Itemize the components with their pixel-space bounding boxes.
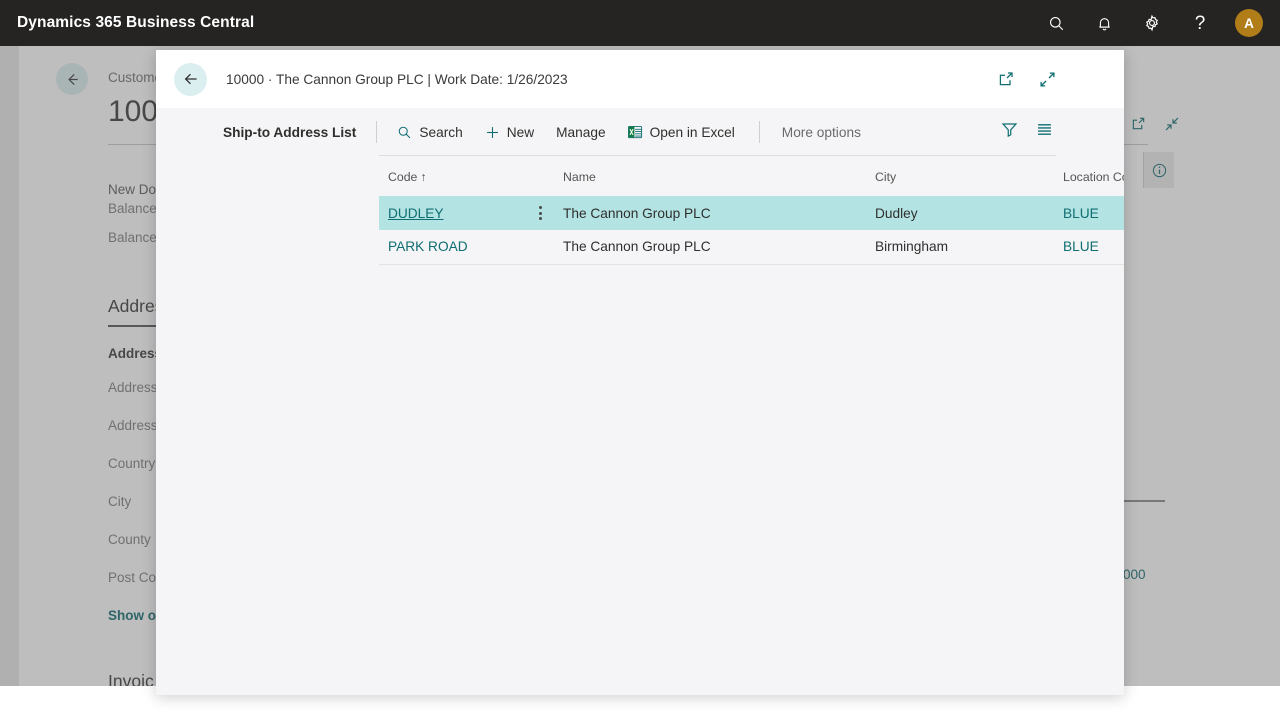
- column-header-name[interactable]: Name: [554, 170, 866, 196]
- cell-location-code[interactable]: BLUE: [1054, 196, 1124, 230]
- ship-to-address-table: Code↑ Name City Location Code DUDLEY The: [379, 170, 1124, 265]
- search-icon: [397, 125, 412, 140]
- cell-code[interactable]: DUDLEY: [379, 196, 554, 230]
- row-code-link[interactable]: DUDLEY: [388, 206, 444, 221]
- toolbar-more-options-label: More options: [782, 125, 861, 140]
- search-icon[interactable]: [1043, 10, 1069, 36]
- expand-icon[interactable]: [1035, 67, 1059, 91]
- help-glyph: ?: [1195, 14, 1206, 33]
- cell-code[interactable]: PARK ROAD: [379, 230, 554, 264]
- toolbar-manage-label: Manage: [556, 125, 605, 140]
- list-view-icon[interactable]: [1036, 121, 1053, 143]
- toolbar-right-actions: [1001, 121, 1053, 143]
- ship-to-address-list-dialog: 10000 · The Cannon Group PLC | Work Date…: [156, 50, 1124, 695]
- app-topbar: Dynamics 365 Business Central ? A: [0, 0, 1280, 46]
- bell-icon[interactable]: [1091, 10, 1117, 36]
- gear-icon[interactable]: [1139, 10, 1165, 36]
- toolbar-open-in-excel-label: Open in Excel: [650, 125, 735, 140]
- toolbar-search-button[interactable]: Search: [397, 125, 462, 140]
- cell-name[interactable]: The Cannon Group PLC: [554, 230, 866, 264]
- toolbar-open-in-excel-button[interactable]: Open in Excel: [628, 125, 735, 140]
- app-title: Dynamics 365 Business Central: [17, 14, 254, 32]
- table-header-row: Code↑ Name City Location Code: [379, 170, 1124, 196]
- toolbar-manage-button[interactable]: Manage: [556, 125, 605, 140]
- column-header-city[interactable]: City: [866, 170, 1054, 196]
- cell-location-code[interactable]: BLUE: [1054, 230, 1124, 264]
- toolbar-caption: Ship-to Address List: [223, 125, 356, 140]
- dialog-caption: 10000 · The Cannon Group PLC | Work Date…: [226, 72, 568, 87]
- dialog-header-actions: [994, 67, 1059, 91]
- row-code-link[interactable]: PARK ROAD: [388, 239, 468, 254]
- topbar-actions: ? A: [1043, 9, 1263, 37]
- toolbar-new-button[interactable]: New: [485, 125, 534, 140]
- avatar[interactable]: A: [1235, 9, 1263, 37]
- column-header-location-code[interactable]: Location Code: [1054, 170, 1124, 196]
- cell-name[interactable]: The Cannon Group PLC: [554, 196, 866, 230]
- toolbar-search-label: Search: [419, 125, 462, 140]
- toolbar-bottom-rule: [379, 155, 1056, 156]
- column-header-code[interactable]: Code↑: [379, 170, 554, 196]
- help-icon[interactable]: ?: [1187, 10, 1213, 36]
- filter-icon[interactable]: [1001, 121, 1018, 143]
- toolbar-more-options-button[interactable]: More options: [782, 125, 861, 140]
- dialog-back-button[interactable]: [174, 63, 207, 96]
- sort-ascending-icon: ↑: [420, 170, 426, 184]
- column-header-code-label: Code: [388, 170, 417, 184]
- excel-icon: [628, 125, 643, 140]
- plus-icon: [485, 125, 500, 140]
- table-row[interactable]: DUDLEY The Cannon Group PLC Dudley BLUE: [379, 196, 1124, 230]
- ship-to-address-table-container: Code↑ Name City Location Code DUDLEY The: [156, 170, 1124, 265]
- toolbar-divider-2: [759, 121, 760, 143]
- dialog-toolbar: Ship-to Address List Search New Manage: [156, 108, 1124, 156]
- cell-city[interactable]: Birmingham: [866, 230, 1054, 264]
- open-in-new-window-icon[interactable]: [994, 67, 1018, 91]
- toolbar-divider-1: [376, 121, 377, 143]
- table-row[interactable]: PARK ROAD The Cannon Group PLC Birmingha…: [379, 230, 1124, 264]
- cell-city[interactable]: Dudley: [866, 196, 1054, 230]
- toolbar-new-label: New: [507, 125, 534, 140]
- dialog-header: 10000 · The Cannon Group PLC | Work Date…: [156, 50, 1124, 108]
- kebab-menu-icon[interactable]: [539, 206, 542, 220]
